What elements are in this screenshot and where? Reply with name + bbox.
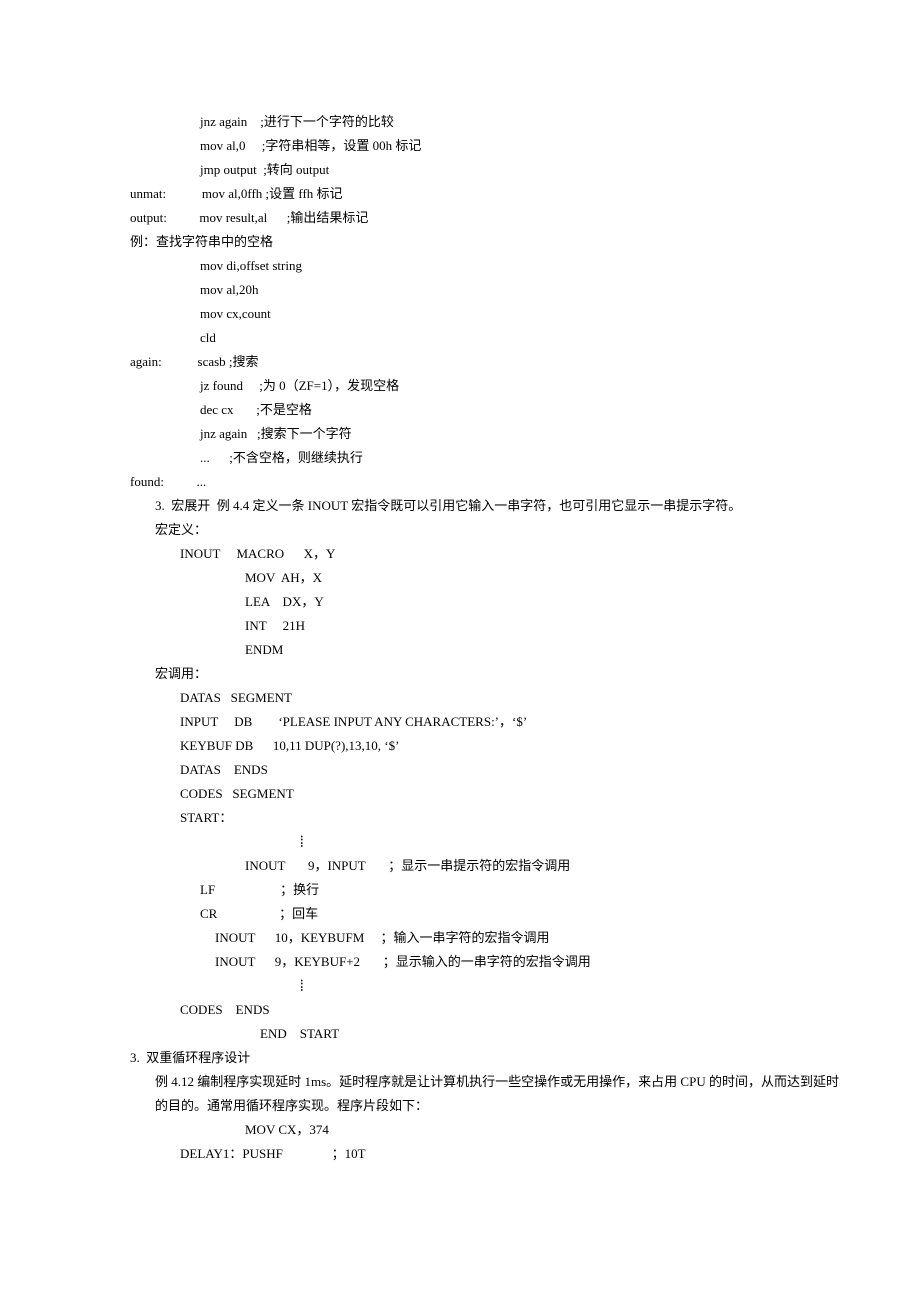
text-line: INOUT 9，INPUT ；显示一串提示符的宏指令调用	[130, 854, 820, 878]
vertical-ellipsis-icon: ⁞	[300, 970, 304, 1001]
text-line: DATAS SEGMENT	[130, 686, 820, 710]
text-line: unmat: mov al,0ffh ;设置 ffh 标记	[130, 182, 820, 206]
text-line: 3. 宏展开 例 4.4 定义一条 INOUT 宏指令既可以引用它输入一串字符，…	[130, 494, 820, 518]
text-line: found: ...	[130, 470, 820, 494]
text-line: KEYBUF DB 10,11 DUP(?),13,10, ‘$’	[130, 734, 820, 758]
text-line: again: scasb ;搜索	[130, 350, 820, 374]
text-line: INOUT 10，KEYBUFM ；输入一串字符的宏指令调用	[130, 926, 820, 950]
text-line: 宏定义：	[130, 518, 820, 542]
text-line: mov cx,count	[130, 302, 820, 326]
text-line: cld	[130, 326, 820, 350]
text-line: output: mov result,al ;输出结果标记	[130, 206, 820, 230]
text-line: INOUT 9，KEYBUF+2 ；显示输入的一串字符的宏指令调用	[130, 950, 820, 974]
text-line: DELAY1：PUSHF ；10T	[130, 1142, 820, 1166]
text-line: ⁞	[130, 830, 820, 854]
text-line: ENDM	[130, 638, 820, 662]
text-line: 3. 双重循环程序设计	[130, 1046, 820, 1070]
text-line: MOV CX，374	[130, 1118, 820, 1142]
document-page: jnz again ;进行下一个字符的比较mov al,0 ;字符串相等，设置 …	[0, 0, 920, 1226]
text-line: mov al,20h	[130, 278, 820, 302]
text-line: INPUT DB ‘PLEASE INPUT ANY CHARACTERS:’，…	[130, 710, 820, 734]
text-line: ⁞	[130, 974, 820, 998]
text-line: jmp output ;转向 output	[130, 158, 820, 182]
text-line: START：	[130, 806, 820, 830]
text-line: ... ;不含空格，则继续执行	[130, 446, 820, 470]
text-line: jnz again ;搜索下一个字符	[130, 422, 820, 446]
text-line: mov al,0 ;字符串相等，设置 00h 标记	[130, 134, 820, 158]
text-line: CODES ENDS	[130, 998, 820, 1022]
text-line: 例：查找字符串中的空格	[130, 230, 820, 254]
text-line: 宏调用：	[130, 662, 820, 686]
text-line: jz found ;为 0（ZF=1），发现空格	[130, 374, 820, 398]
text-line: jnz again ;进行下一个字符的比较	[130, 110, 820, 134]
text-line: 例 4.12 编制程序实现延时 1ms。延时程序就是让计算机执行一些空操作或无用…	[130, 1070, 820, 1094]
text-line: 的目的。通常用循环程序实现。程序片段如下：	[130, 1094, 820, 1118]
text-line: INT 21H	[130, 614, 820, 638]
text-line: LF ；换行	[130, 878, 820, 902]
text-line: mov di,offset string	[130, 254, 820, 278]
text-line: MOV AH，X	[130, 566, 820, 590]
text-line: END START	[130, 1022, 820, 1046]
text-line: CODES SEGMENT	[130, 782, 820, 806]
text-line: CR ；回车	[130, 902, 820, 926]
text-line: LEA DX，Y	[130, 590, 820, 614]
vertical-ellipsis-icon: ⁞	[300, 826, 304, 857]
text-line: DATAS ENDS	[130, 758, 820, 782]
text-line: dec cx ;不是空格	[130, 398, 820, 422]
text-line: INOUT MACRO X，Y	[130, 542, 820, 566]
